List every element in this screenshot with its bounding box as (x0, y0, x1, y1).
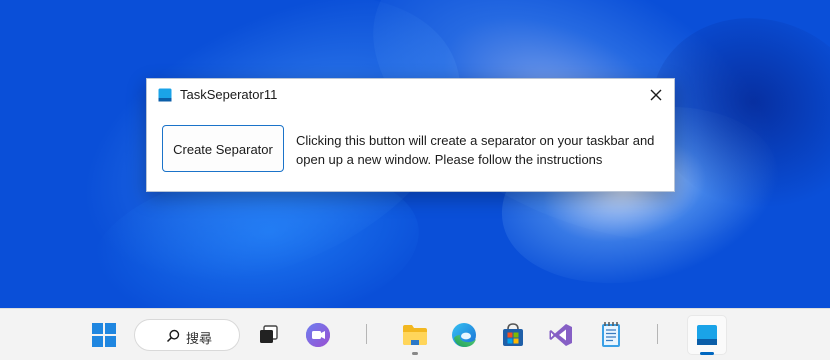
active-indicator (700, 352, 714, 355)
close-button[interactable] (638, 79, 674, 111)
title-bar[interactable]: TaskSeperator11 (147, 79, 674, 111)
notepad-icon (602, 322, 620, 347)
close-icon (650, 89, 662, 101)
task-view-icon (260, 325, 278, 343)
taskseparator-button[interactable] (690, 318, 724, 352)
windows-start-icon (92, 323, 116, 347)
chat-button[interactable] (301, 318, 335, 352)
visual-studio-button[interactable] (544, 318, 578, 352)
folder-icon (403, 325, 427, 345)
notepad-button[interactable] (594, 318, 628, 352)
taskseparator-icon (158, 88, 172, 102)
taskbar: 搜尋 (0, 308, 830, 360)
window-title: TaskSeperator11 (180, 87, 278, 102)
taskbar-divider (657, 324, 658, 344)
edge-button[interactable] (447, 318, 481, 352)
search-label: 搜尋 (186, 331, 213, 346)
edge-icon (452, 323, 476, 347)
teams-chat-icon (306, 323, 330, 347)
file-explorer-button[interactable] (398, 318, 432, 352)
store-icon (503, 323, 523, 346)
store-button[interactable] (496, 318, 530, 352)
taskseparator-window: TaskSeperator11 Create Separator Clickin… (146, 78, 675, 192)
search-icon (166, 329, 180, 343)
start-button[interactable] (87, 318, 121, 352)
taskseparator-icon (697, 325, 717, 345)
running-indicator (412, 352, 418, 355)
instructions-text: Clicking this button will create a separ… (296, 133, 655, 167)
search-box[interactable]: 搜尋 (134, 319, 240, 351)
taskbar-divider (366, 324, 367, 344)
task-view-button[interactable] (252, 318, 286, 352)
visual-studio-icon (549, 324, 572, 346)
create-separator-button[interactable]: Create Separator (162, 125, 284, 172)
